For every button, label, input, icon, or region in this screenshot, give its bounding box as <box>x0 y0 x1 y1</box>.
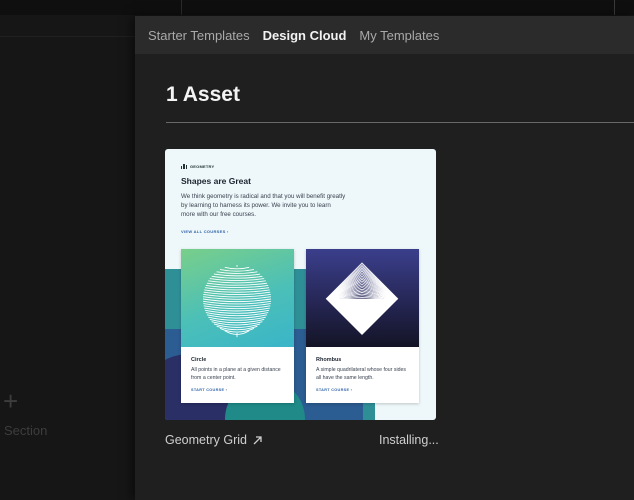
external-link-arrow-icon <box>252 435 263 446</box>
rhombus-lines-illustration <box>306 249 419 347</box>
circle-line <box>208 280 266 284</box>
template-library-modal: Starter Templates Design Cloud My Templa… <box>135 16 634 500</box>
asset-count-heading: 1 Asset <box>166 83 240 106</box>
course-card-description: A simple quadrilateral whose four sides … <box>316 367 406 381</box>
tab-my-templates[interactable]: My Templates <box>359 28 439 43</box>
preview-description: We think geometry is radical and that yo… <box>181 193 346 218</box>
asset-name: Geometry Grid <box>165 433 247 447</box>
preview-brand-name: GEOMETRY <box>190 164 215 169</box>
asset-name-link[interactable]: Geometry Grid <box>165 433 263 447</box>
circle-line <box>205 284 269 289</box>
preview-course-card-circle: Circle All points in a plane at a given … <box>181 249 294 403</box>
course-card-title: Rhombus <box>316 357 342 363</box>
rhombus-solid <box>326 299 398 335</box>
tab-design-cloud[interactable]: Design Cloud <box>263 28 347 43</box>
circle-line <box>206 282 268 286</box>
circle-line <box>219 269 255 272</box>
preview-view-all-link: VIEW ALL COURSES › <box>181 229 229 234</box>
preview-brand: GEOMETRY <box>181 164 214 169</box>
circle-line <box>213 323 261 328</box>
circle-line <box>209 278 265 281</box>
circle-line <box>224 266 250 270</box>
circle-line <box>211 275 263 279</box>
add-section-plus-icon[interactable]: + <box>3 388 18 414</box>
preview-course-card-rhombus: Rhombus A simple quadrilateral whose fou… <box>306 249 419 403</box>
course-card-link: START COURSE › <box>316 388 353 392</box>
course-card-title: Circle <box>191 357 207 363</box>
course-card-link: START COURSE › <box>191 388 228 392</box>
template-tabs: Starter Templates Design Cloud My Templa… <box>135 16 634 54</box>
editor-topbar-divider <box>181 0 182 15</box>
circle-line <box>216 271 258 274</box>
editor-topbar <box>0 0 634 15</box>
heading-divider <box>166 122 634 123</box>
circle-line <box>213 273 261 277</box>
add-section-label[interactable]: Section <box>4 423 47 438</box>
tab-starter-templates[interactable]: Starter Templates <box>148 28 250 43</box>
circle-line <box>211 321 263 326</box>
brand-logo-icon <box>181 164 187 169</box>
circle-line <box>209 318 265 324</box>
editor-panel-divider <box>0 36 135 37</box>
course-card-description: All points in a plane at a given distanc… <box>191 367 281 381</box>
circle-line <box>219 328 255 333</box>
asset-preview-card[interactable]: GEOMETRY Shapes are Great We think geome… <box>165 149 436 420</box>
circle-lines-illustration <box>181 249 294 347</box>
preview-title: Shapes are Great <box>181 176 251 186</box>
install-status: Installing... <box>379 433 439 447</box>
editor-topbar-edge <box>614 0 615 15</box>
